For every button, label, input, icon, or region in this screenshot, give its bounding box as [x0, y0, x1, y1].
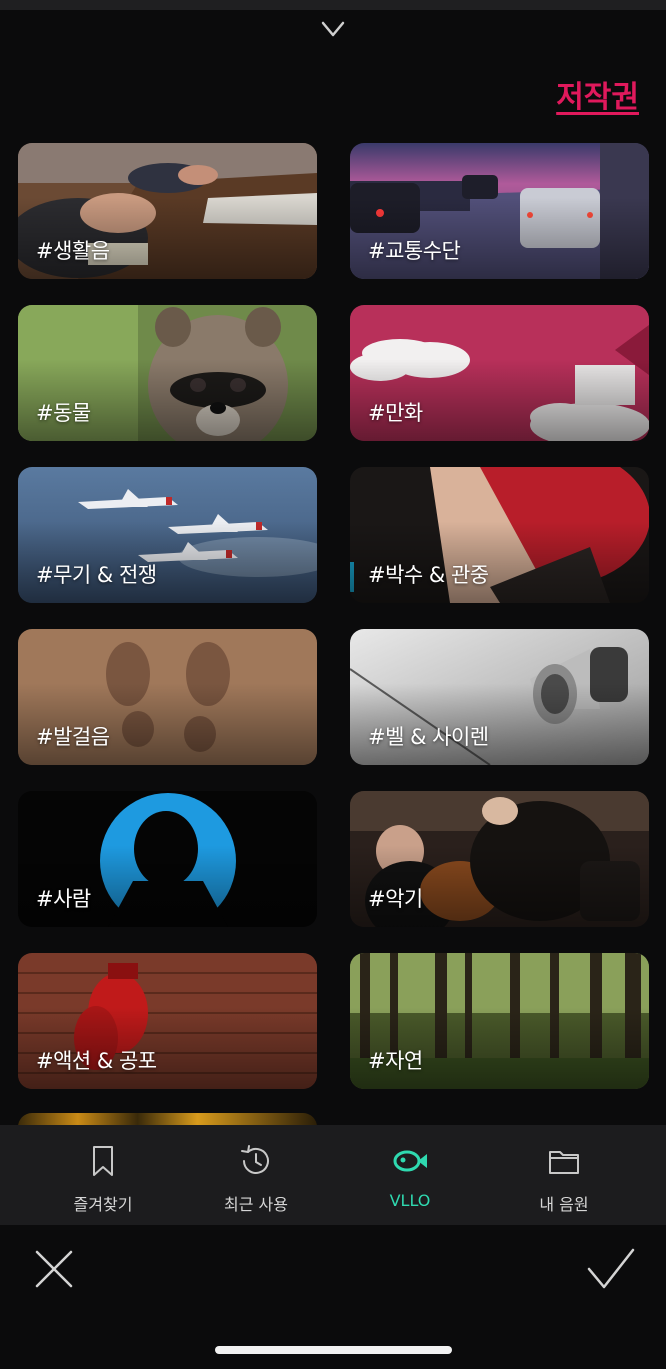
- category-label: #동물: [36, 401, 91, 425]
- category-card-applause-crowd[interactable]: #박수 & 관중: [350, 467, 649, 603]
- category-card-people[interactable]: #사람: [18, 791, 317, 927]
- category-card-nature[interactable]: #자연: [350, 953, 649, 1089]
- tab-label: 즐겨찾기: [73, 1195, 133, 1214]
- category-card-action-horror[interactable]: #액션 & 공포: [18, 953, 317, 1089]
- category-label: #액션 & 공포: [36, 1049, 157, 1073]
- folder-icon: [549, 1151, 579, 1174]
- tab-my-sounds[interactable]: 내 음원: [481, 1125, 647, 1225]
- home-indicator: [215, 1346, 452, 1354]
- history-icon: [241, 1145, 269, 1174]
- tab-favorites[interactable]: 즐겨찾기: [20, 1125, 186, 1225]
- category-label: #교통수단: [368, 239, 461, 263]
- status-strip: [0, 0, 666, 10]
- category-card-bell-siren[interactable]: #벨 & 사이렌: [350, 629, 649, 765]
- chevron-down-icon[interactable]: [320, 18, 346, 40]
- tab-recent[interactable]: 최근 사용: [173, 1125, 339, 1225]
- tab-vllo[interactable]: VLLO: [327, 1125, 493, 1225]
- category-label: #발걸음: [36, 725, 110, 749]
- category-card-instruments[interactable]: #악기: [350, 791, 649, 927]
- category-card-weapons-war[interactable]: #무기 & 전쟁: [18, 467, 317, 603]
- category-card-comic[interactable]: #만화: [350, 305, 649, 441]
- category-card-animal[interactable]: #동물: [18, 305, 317, 441]
- bookmark-icon: [93, 1146, 113, 1176]
- category-label: #박수 & 관중: [368, 563, 489, 587]
- category-card-footsteps[interactable]: #발걸음: [18, 629, 317, 765]
- bottom-tab-bar: 즐겨찾기 최근 사용 VLLO 내 음원: [0, 1125, 666, 1225]
- category-label: #사람: [36, 887, 91, 911]
- tab-label: VLLO: [389, 1191, 431, 1210]
- tab-label: 최근 사용: [224, 1195, 288, 1214]
- confirm-check-icon[interactable]: [586, 1247, 636, 1291]
- category-label: #만화: [368, 401, 423, 425]
- category-card-transport[interactable]: #교통수단: [350, 143, 649, 279]
- category-label: #벨 & 사이렌: [368, 725, 489, 749]
- vllo-fish-icon: [393, 1150, 427, 1172]
- category-label: #자연: [368, 1049, 423, 1073]
- tab-label: 내 음원: [539, 1195, 589, 1214]
- close-icon[interactable]: [34, 1249, 74, 1289]
- category-label: #무기 & 전쟁: [36, 563, 157, 587]
- category-card-living[interactable]: #생활음: [18, 143, 317, 279]
- category-label: #생활음: [36, 239, 110, 263]
- category-label: #악기: [368, 887, 423, 911]
- copyright-link[interactable]: 저작권: [556, 72, 639, 116]
